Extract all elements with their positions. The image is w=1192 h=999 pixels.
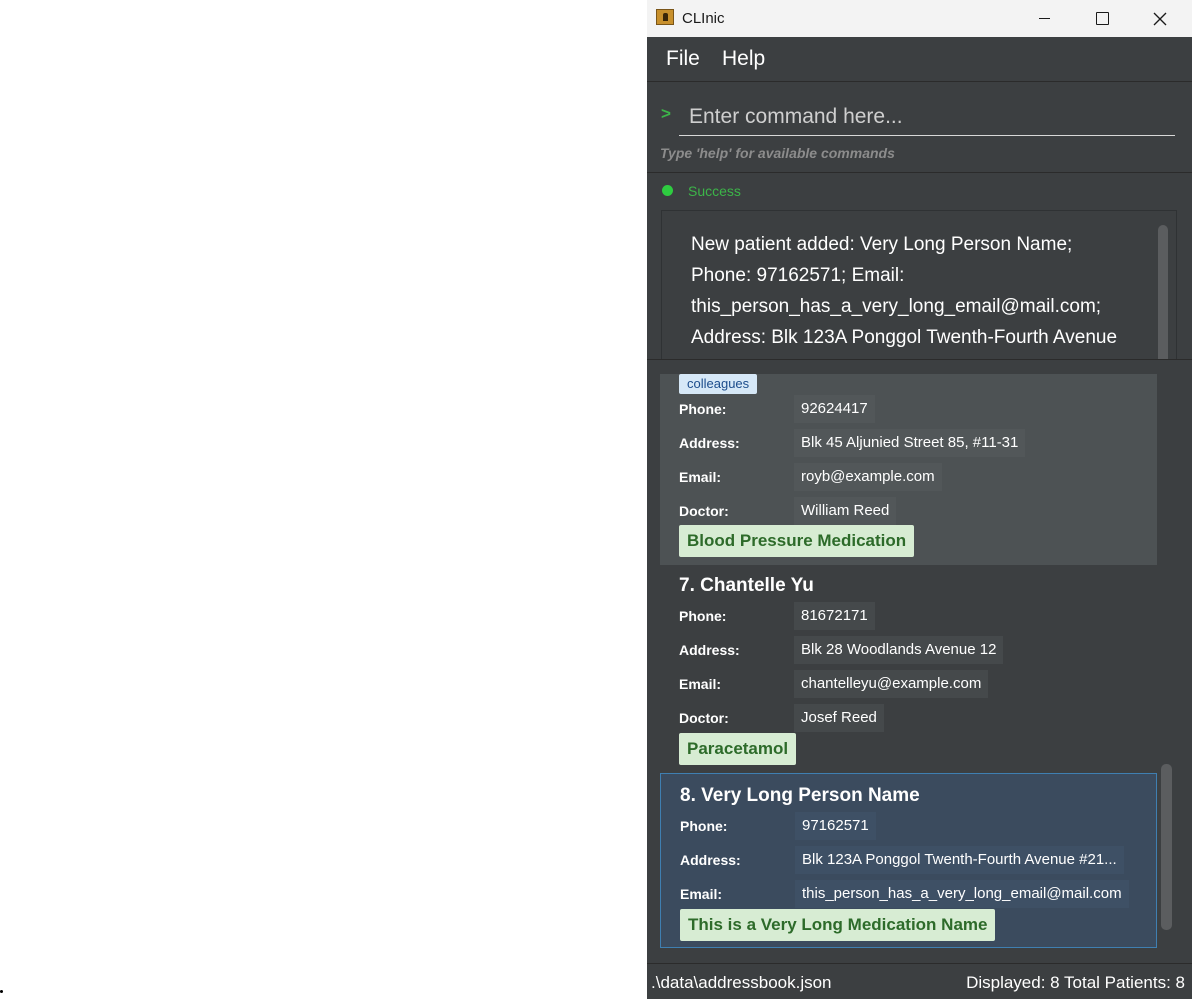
command-box: > Type 'help' for available commands bbox=[647, 82, 1192, 173]
address-value: Blk 45 Aljunied Street 85, #11-31 bbox=[794, 429, 1026, 457]
result-status: Success bbox=[688, 183, 741, 199]
email-value: royb@example.com bbox=[794, 463, 942, 491]
address-value: Blk 28 Woodlands Avenue 12 bbox=[794, 636, 1004, 664]
patient-card-selected[interactable]: 8. Very Long Person Name Phone: 97162571… bbox=[660, 773, 1157, 948]
medication-tag: Blood Pressure Medication bbox=[679, 525, 915, 557]
result-display: Success New patient added: Very Long Per… bbox=[659, 180, 1177, 372]
email-value: this_person_has_a_very_long_email@mail.c… bbox=[795, 880, 1129, 908]
success-status-icon bbox=[662, 185, 673, 196]
patient-list-scrollbar[interactable] bbox=[1161, 764, 1172, 930]
patient-counts: Displayed: 8 Total Patients: 8 bbox=[966, 973, 1185, 992]
close-icon bbox=[1153, 12, 1167, 25]
phone-value: 81672171 bbox=[794, 602, 875, 630]
doctor-value: Josef Reed bbox=[794, 704, 884, 732]
medication-tag: Paracetamol bbox=[679, 733, 797, 765]
doctor-label: Doctor: bbox=[679, 503, 729, 519]
menu-bar: File Help bbox=[647, 37, 1192, 82]
tag-badge: colleagues bbox=[679, 374, 758, 394]
result-message-box[interactable]: New patient added: Very Long Person Name… bbox=[661, 210, 1177, 372]
minimize-icon bbox=[1038, 18, 1050, 19]
maximize-button[interactable] bbox=[1073, 0, 1131, 37]
menu-help[interactable]: Help bbox=[722, 47, 765, 71]
maximize-icon bbox=[1095, 12, 1109, 25]
command-hint: Type 'help' for available commands bbox=[660, 145, 895, 161]
title-bar[interactable]: CLInic bbox=[647, 0, 1192, 37]
stray-dot bbox=[0, 990, 3, 993]
prompt-chevron-icon: > bbox=[661, 104, 671, 123]
email-label: Email: bbox=[679, 676, 722, 692]
email-value: chantelleyu@example.com bbox=[794, 670, 989, 698]
result-scrollbar[interactable] bbox=[1158, 225, 1168, 365]
data-file-path: .\data\addressbook.json bbox=[651, 973, 832, 992]
menu-file[interactable]: File bbox=[666, 47, 700, 71]
result-message: New patient added: Very Long Person Name… bbox=[691, 234, 1118, 348]
phone-value: 92624417 bbox=[794, 395, 875, 423]
close-button[interactable] bbox=[1131, 0, 1189, 37]
app-contact-icon bbox=[656, 9, 674, 25]
email-label: Email: bbox=[680, 886, 723, 902]
app-window: CLInic File Help > Type 'help' for avail… bbox=[647, 0, 1192, 999]
address-value: Blk 123A Ponggol Twenth-Fourth Avenue #2… bbox=[795, 846, 1124, 874]
phone-label: Phone: bbox=[680, 818, 728, 834]
email-label: Email: bbox=[679, 469, 722, 485]
command-input[interactable] bbox=[679, 98, 1175, 136]
medication-tag: This is a Very Long Medication Name bbox=[680, 909, 996, 941]
phone-label: Phone: bbox=[679, 401, 727, 417]
window-title: CLInic bbox=[682, 10, 725, 27]
patient-card[interactable]: 7. Chantelle Yu Phone: 81672171 Address:… bbox=[660, 565, 1157, 773]
minimize-button[interactable] bbox=[1015, 0, 1073, 37]
phone-label: Phone: bbox=[679, 608, 727, 624]
doctor-label: Doctor: bbox=[679, 710, 729, 726]
phone-value: 97162571 bbox=[795, 812, 876, 840]
patient-card[interactable]: colleagues Phone: 92624417 Address: Blk … bbox=[660, 374, 1157, 565]
address-label: Address: bbox=[680, 852, 741, 868]
patient-name: 7. Chantelle Yu bbox=[679, 575, 814, 596]
doctor-value: William Reed bbox=[794, 497, 897, 525]
status-bar: .\data\addressbook.json Displayed: 8 Tot… bbox=[647, 963, 1192, 999]
patient-name: 8. Very Long Person Name bbox=[680, 785, 920, 806]
patient-list[interactable]: colleagues Phone: 92624417 Address: Blk … bbox=[647, 359, 1192, 964]
address-label: Address: bbox=[679, 435, 740, 451]
address-label: Address: bbox=[679, 642, 740, 658]
